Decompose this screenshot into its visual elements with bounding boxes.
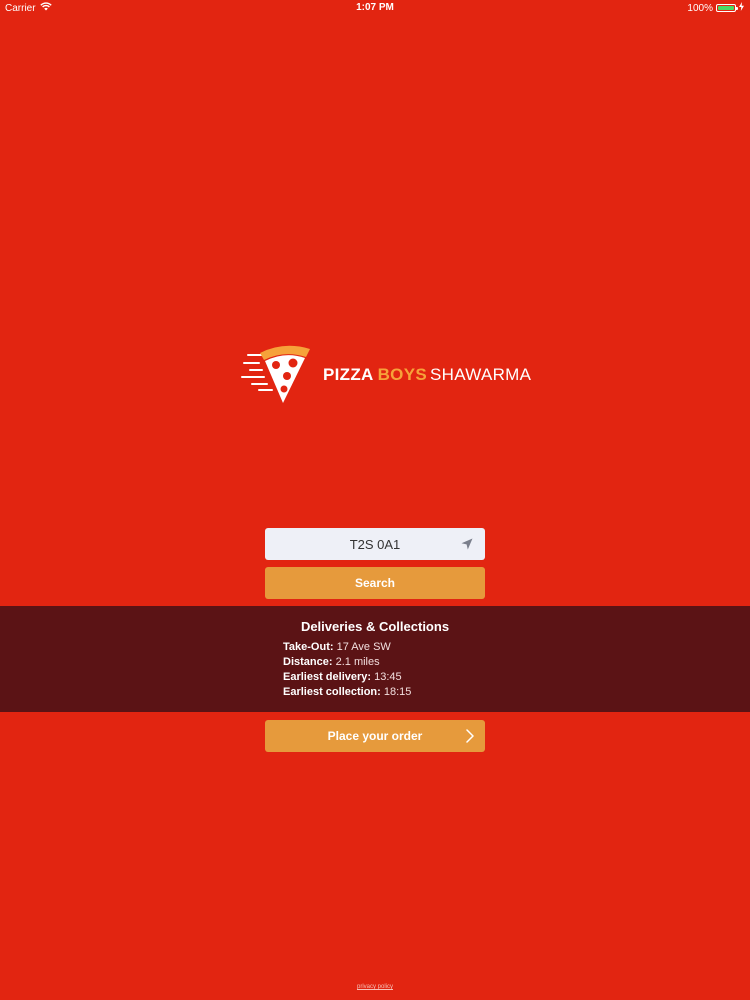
info-rows: Take-Out: 17 Ave SW Distance: 2.1 miles … <box>283 640 411 700</box>
info-row-earliest-collection: Earliest collection: 18:15 <box>283 685 411 700</box>
search-button[interactable]: Search <box>265 567 485 599</box>
place-order-label: Place your order <box>327 729 423 743</box>
brand-word-pizza: PIZZA <box>323 365 374 384</box>
battery-fill <box>718 6 734 10</box>
brand-word-boys: BOYS <box>377 365 427 384</box>
charging-icon <box>739 2 744 14</box>
info-row-earliest-delivery: Earliest delivery: 13:45 <box>283 670 411 685</box>
status-time: 1:07 PM <box>356 2 394 13</box>
place-order-button[interactable]: Place your order <box>265 720 485 752</box>
info-label: Take-Out: <box>283 641 334 653</box>
postcode-field[interactable] <box>265 528 485 560</box>
brand-wordmark: PIZZA BOYS SHAWARMA <box>323 365 531 385</box>
info-value: 18:15 <box>383 686 412 698</box>
info-value: 17 Ave SW <box>336 641 391 653</box>
info-label: Earliest collection: <box>283 686 381 698</box>
status-right: 100% <box>687 2 744 14</box>
search-button-label: Search <box>354 576 396 590</box>
postcode-input[interactable] <box>265 528 485 560</box>
location-arrow-icon[interactable] <box>459 536 475 552</box>
pizza-slice-icon <box>241 345 310 403</box>
battery-cap <box>736 7 738 10</box>
info-label: Distance: <box>283 656 333 668</box>
info-row-distance: Distance: 2.1 miles <box>283 655 411 670</box>
brand-word-shawarma: SHAWARMA <box>430 365 532 384</box>
info-value: 13:45 <box>374 671 402 683</box>
info-row-takeout: Take-Out: 17 Ave SW <box>283 640 411 655</box>
battery-icon <box>716 4 738 12</box>
brand-logo: PIZZA BOYS SHAWARMA <box>240 343 531 409</box>
battery-percent: 100% <box>687 2 713 14</box>
info-label: Earliest delivery: <box>283 671 372 683</box>
chevron-right-icon <box>466 729 474 743</box>
delivery-info-panel: Deliveries & Collections Take-Out: 17 Av… <box>0 606 750 712</box>
info-title: Deliveries & Collections <box>300 619 450 634</box>
info-value: 2.1 miles <box>335 656 380 668</box>
status-bar: Carrier 1:07 PM 100% <box>0 0 750 16</box>
privacy-policy-link[interactable]: privacy policy <box>0 984 750 990</box>
